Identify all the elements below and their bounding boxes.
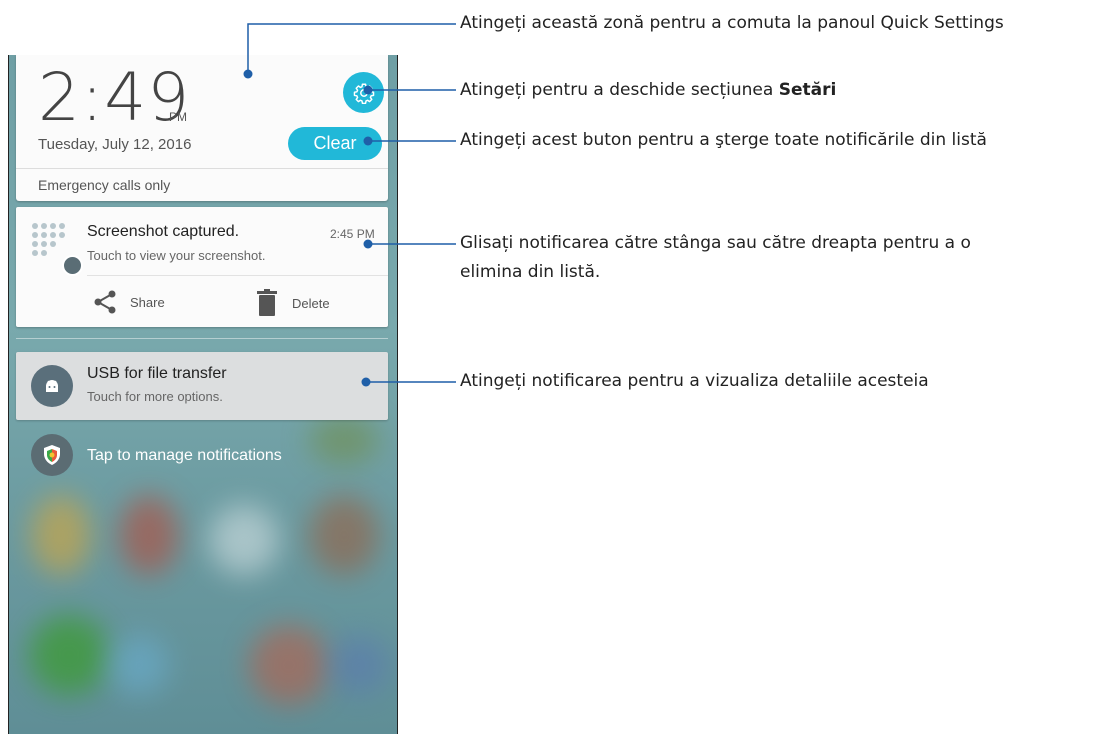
- callout-quick-settings: Atingeți această zonă pentru a comuta la…: [460, 13, 1004, 33]
- callout-lines: [243, 23, 456, 387]
- callout-settings: Atingeți pentru a deschide secțiunea Set…: [460, 80, 836, 100]
- callout-swipe-line1: Glisați notificarea către stânga sau căt…: [460, 233, 971, 253]
- callout-tap-notification: Atingeți notificarea pentru a vizualiza …: [460, 371, 929, 391]
- callout-settings-bold: Setări: [778, 80, 837, 100]
- callout-clear: Atingeți acest buton pentru a şterge toa…: [460, 130, 987, 150]
- callout-swipe-line2: elimina din listă.: [460, 262, 601, 282]
- callout-settings-text: Atingeți pentru a deschide secțiunea: [460, 80, 779, 100]
